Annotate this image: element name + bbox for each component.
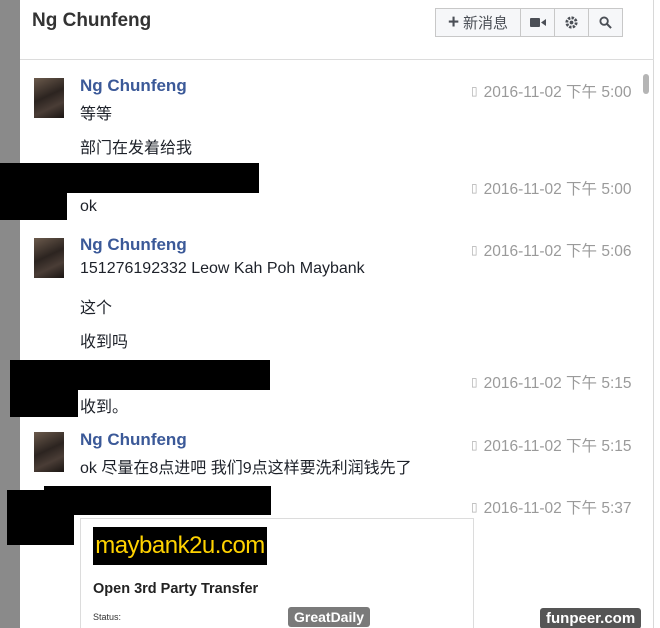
attachment-title: Open 3rd Party Transfer	[93, 581, 259, 597]
phone-icon: ▯	[471, 438, 478, 452]
message-text: ok 尽量在8点进吧 我们9点这样要洗利润钱先了	[80, 460, 412, 477]
message-timestamp: ▯ 2016-11-02 下午 5:00	[471, 181, 632, 198]
conversation-panel: Ng Chunfeng + 新消息 Ng Chunfeng ▯ 2016-11-…	[0, 0, 654, 628]
sender-name[interactable]: Ng Chunfeng	[80, 235, 187, 255]
conversation-header: Ng Chunfeng + 新消息	[20, 0, 654, 60]
video-call-button[interactable]	[520, 8, 555, 37]
message-timestamp: ▯ 2016-11-02 下午 5:06	[471, 243, 632, 260]
redacted-avatar-block	[7, 490, 74, 545]
gear-icon	[565, 16, 578, 29]
redacted-sender-block	[44, 486, 271, 515]
new-message-button[interactable]: + 新消息	[435, 8, 521, 37]
message-timestamp: ▯ 2016-11-02 下午 5:15	[471, 438, 632, 455]
redacted-avatar-block	[0, 190, 67, 220]
message-timestamp: ▯ 2016-11-02 下午 5:00	[471, 84, 632, 101]
attachment-card[interactable]: maybank2u.com Open 3rd Party Transfer St…	[80, 518, 474, 628]
search-icon	[599, 16, 612, 29]
redacted-sender-block	[10, 360, 270, 390]
search-button[interactable]	[588, 8, 623, 37]
avatar[interactable]	[34, 238, 64, 278]
phone-icon: ▯	[471, 375, 478, 389]
sender-name[interactable]: Ng Chunfeng	[80, 430, 187, 450]
settings-button[interactable]	[554, 8, 589, 37]
message-text: 收到。	[80, 399, 129, 416]
message-timestamp: ▯ 2016-11-02 下午 5:37	[471, 500, 632, 517]
message-text: ok	[80, 198, 97, 215]
header-toolbar: + 新消息	[435, 8, 623, 37]
redacted-sender-block	[0, 163, 259, 193]
attachment-status-label: Status:	[93, 612, 122, 622]
avatar[interactable]	[34, 78, 64, 118]
watermark-right: funpeer.com	[540, 608, 642, 628]
redacted-avatar-block	[10, 388, 78, 417]
phone-icon: ▯	[471, 243, 478, 257]
message-text: 151276192332 Leow Kah Poh Maybank	[80, 260, 365, 277]
plus-icon: +	[447, 11, 460, 33]
message-text: 这个	[80, 300, 113, 317]
video-camera-icon	[529, 18, 546, 27]
phone-icon: ▯	[471, 500, 478, 514]
watermark-left: GreatDaily	[288, 607, 371, 627]
maybank-logo: maybank2u.com	[93, 527, 267, 565]
conversation-title: Ng Chunfeng	[32, 10, 152, 31]
message-timestamp: ▯ 2016-11-02 下午 5:15	[471, 375, 632, 392]
new-message-label: 新消息	[463, 15, 509, 32]
phone-icon: ▯	[471, 84, 478, 98]
avatar[interactable]	[34, 432, 64, 472]
scrollbar-thumb[interactable]	[643, 74, 649, 94]
message-text: 部门在发着给我	[80, 140, 193, 157]
sender-name[interactable]: Ng Chunfeng	[80, 76, 187, 96]
phone-icon: ▯	[471, 181, 478, 195]
message-text: 等等	[80, 106, 113, 123]
message-text: 收到吗	[80, 334, 129, 351]
